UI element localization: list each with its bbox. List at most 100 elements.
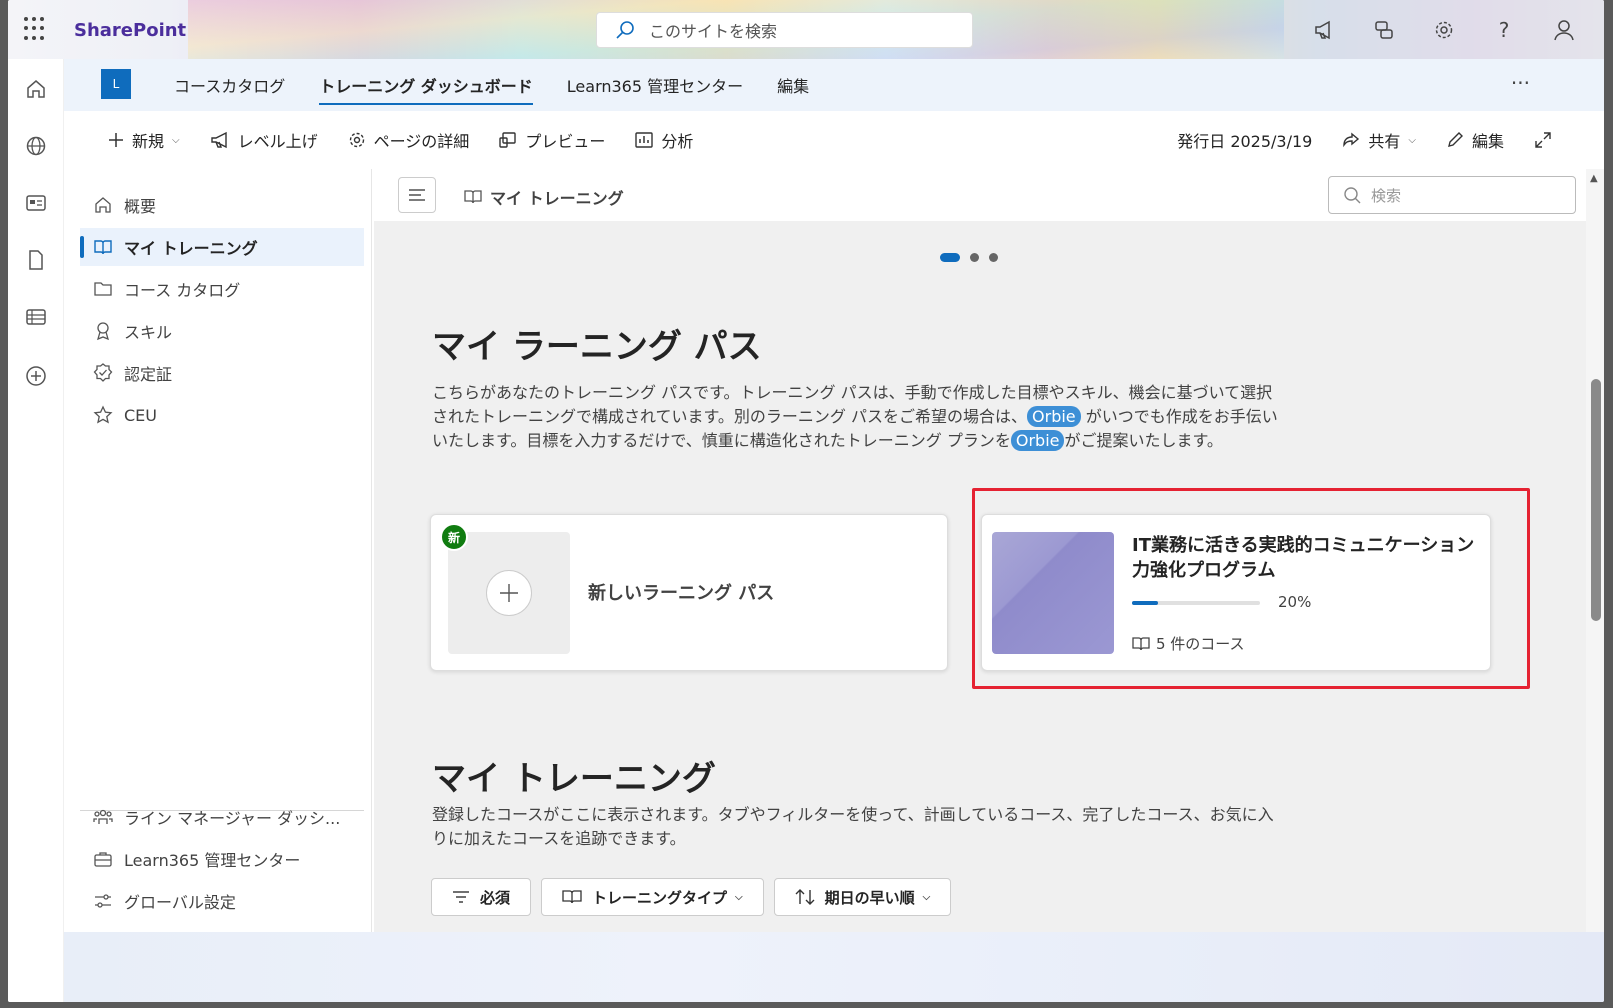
left-navigation: 概要 マイ トレーニング コース カタログ スキル 認定証 CEU ライン マネ… — [64, 169, 372, 932]
chevron-down-icon: ⌵ — [1408, 134, 1416, 146]
nav-course-catalog[interactable]: コースカタログ — [174, 61, 285, 109]
folder-icon — [92, 280, 114, 298]
my-training-description: 登録したコースがここに表示されます。タブやフィルターを使って、計画しているコース… — [432, 805, 1274, 848]
suite-actions: ? — [1284, 0, 1604, 59]
new-button[interactable]: 新規 ⌵ — [108, 128, 180, 152]
carousel-dot[interactable] — [989, 253, 998, 262]
filter-training-type-button[interactable]: トレーニングタイプ ⌵ — [541, 878, 764, 916]
app-rail — [8, 59, 64, 1002]
carousel-dot[interactable] — [970, 253, 979, 262]
more-options-icon[interactable]: ··· — [1511, 71, 1530, 95]
leftnav-label: 認定証 — [124, 365, 173, 384]
card-thumbnail — [448, 532, 570, 654]
brand-name[interactable]: SharePoint — [74, 20, 186, 41]
sort-due-date-button[interactable]: 期日の早い順 ⌵ — [773, 878, 952, 916]
chevron-down-icon: ⌵ — [172, 134, 180, 146]
people-icon — [92, 807, 114, 827]
list-icon[interactable] — [22, 303, 50, 331]
content-toolbar: マイ トレーニング 検索 — [374, 169, 1586, 221]
leftnav-label: コース カタログ — [124, 281, 241, 300]
leftnav-certificates[interactable]: 認定証 — [80, 354, 364, 392]
site-logo[interactable]: L — [101, 69, 131, 99]
star-icon — [92, 405, 114, 425]
certificate-icon — [92, 363, 114, 383]
page-details-button[interactable]: ページの詳細 — [348, 128, 470, 152]
share-label: 共有 — [1368, 132, 1401, 151]
new-badge: 新 — [440, 523, 468, 551]
preview-icon — [499, 131, 517, 149]
leftnav-skills[interactable]: スキル — [80, 312, 364, 350]
carousel-dot-active[interactable] — [940, 253, 960, 262]
scrollbar-thumb[interactable] — [1591, 379, 1601, 621]
expand-icon — [1534, 131, 1552, 149]
search-icon — [616, 21, 634, 39]
breadcrumb: マイ トレーニング — [464, 185, 624, 209]
leftnav-label: スキル — [124, 323, 173, 342]
book-icon — [562, 890, 582, 904]
leftnav-course-catalog[interactable]: コース カタログ — [80, 270, 364, 308]
orbie-link[interactable]: Orbie — [1010, 430, 1065, 451]
orbie-link[interactable]: Orbie — [1027, 406, 1081, 427]
globe-icon[interactable] — [22, 132, 50, 160]
published-date: 発行日 2025/3/19 — [1177, 132, 1313, 151]
nav-learn365-admin[interactable]: Learn365 管理センター — [567, 61, 743, 109]
expand-button[interactable] — [1534, 131, 1560, 149]
home-icon[interactable] — [22, 75, 50, 103]
plus-icon — [486, 570, 532, 616]
main-scrollbar[interactable]: ▲ — [1586, 169, 1604, 932]
new-learning-path-card[interactable]: 新 新しいラーニング パス — [430, 514, 948, 671]
level-up-button[interactable]: レベル上げ — [210, 128, 318, 152]
window: SharePoint このサイトを検索 ? L コースカタログ トレーニング ダ… — [8, 0, 1604, 1002]
add-circle-icon[interactable] — [22, 362, 50, 390]
preview-button[interactable]: プレビュー — [499, 128, 605, 152]
filter-required-label: 必須 — [480, 888, 511, 907]
content-search-input[interactable]: 検索 — [1328, 176, 1576, 214]
leftnav-label: Learn365 管理センター — [124, 851, 301, 870]
scroll-up-icon[interactable]: ▲ — [1590, 173, 1598, 184]
nav-edit[interactable]: 編集 — [777, 61, 809, 109]
site-header: L コースカタログ トレーニング ダッシュボード Learn365 管理センター… — [64, 59, 1604, 111]
analytics-button[interactable]: 分析 — [635, 128, 693, 152]
chart-icon — [635, 131, 654, 149]
my-training-heading: マイ トレーニング — [432, 759, 716, 799]
plus-icon — [108, 132, 124, 148]
learning-path-heading: マイ ラーニング パス — [432, 327, 762, 367]
share-button[interactable]: 共有 ⌵ — [1342, 128, 1416, 152]
command-bar: 新規 ⌵ レベル上げ ページの詳細 プレビュー 分析 発行日 2025/3/19 — [64, 111, 1604, 169]
chat-icon[interactable] — [1369, 15, 1399, 45]
leftnav-line-manager[interactable]: ライン マネージャー ダッシ... — [80, 798, 364, 836]
site-search-placeholder: このサイトを検索 — [649, 22, 778, 41]
leftnav-label: グローバル設定 — [124, 893, 236, 912]
new-label: 新規 — [132, 132, 165, 151]
desc-text: がご提案いたします。 — [1064, 431, 1223, 450]
filter-bar: 必須 トレーニングタイプ ⌵ 期日の早い順 ⌵ — [431, 878, 961, 916]
news-icon[interactable] — [22, 189, 50, 217]
megaphone-icon[interactable] — [1309, 15, 1339, 45]
leftnav-label: CEU — [124, 405, 157, 425]
nav-training-dashboard[interactable]: トレーニング ダッシュボード — [319, 61, 533, 109]
settings-icon[interactable] — [1429, 15, 1459, 45]
leftnav-global-settings[interactable]: グローバル設定 — [80, 882, 364, 920]
account-icon[interactable] — [1549, 15, 1579, 45]
file-icon[interactable] — [22, 246, 50, 274]
filter-training-type-label: トレーニングタイプ — [592, 888, 728, 907]
menu-toggle-button[interactable] — [398, 177, 436, 213]
leftnav-my-training[interactable]: マイ トレーニング — [80, 228, 364, 266]
chevron-down-icon: ⌵ — [735, 891, 743, 903]
help-icon[interactable]: ? — [1489, 15, 1519, 45]
pencil-icon — [1446, 131, 1464, 149]
new-learning-path-title: 新しいラーニング パス — [588, 583, 775, 604]
search-icon — [1344, 187, 1361, 204]
site-search-input[interactable]: このサイトを検索 — [596, 12, 973, 48]
gear-icon — [348, 131, 366, 149]
leftnav-ceu[interactable]: CEU — [80, 396, 364, 434]
preview-label: プレビュー — [525, 132, 606, 151]
leftnav-label: ライン マネージャー ダッシ... — [124, 809, 341, 828]
site-nav: コースカタログ トレーニング ダッシュボード Learn365 管理センター 編… — [174, 59, 843, 111]
leftnav-learn365-admin[interactable]: Learn365 管理センター — [80, 840, 364, 878]
page-details-label: ページの詳細 — [373, 132, 470, 151]
filter-required-button[interactable]: 必須 — [431, 878, 532, 916]
edit-button[interactable]: 編集 — [1446, 128, 1504, 152]
app-launcher-icon[interactable] — [24, 17, 48, 41]
leftnav-overview[interactable]: 概要 — [80, 186, 364, 224]
